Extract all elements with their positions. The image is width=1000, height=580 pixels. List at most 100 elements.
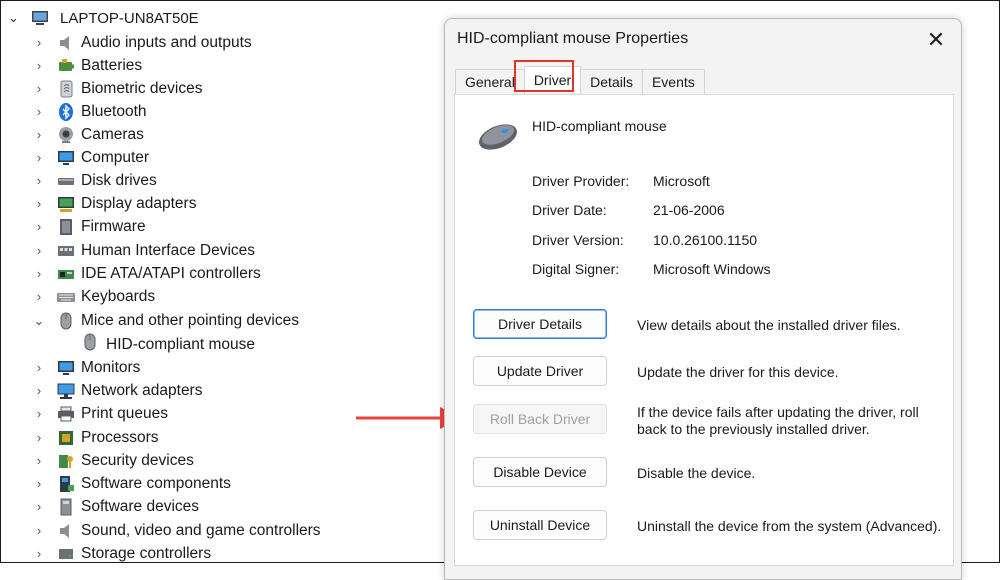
chevron-right-icon[interactable]: › <box>32 289 46 304</box>
chevron-right-icon[interactable]: › <box>32 35 46 50</box>
driver-details-button[interactable]: Driver Details <box>473 309 607 339</box>
tree-item-audio[interactable]: › Audio inputs and outputs <box>32 31 252 54</box>
hid-icon <box>56 241 76 261</box>
info-value: Microsoft Windows <box>653 261 771 277</box>
tree-item-label: Storage controllers <box>81 544 212 562</box>
chevron-right-icon[interactable]: › <box>32 430 46 445</box>
printer-icon <box>56 404 76 424</box>
tree-item-disk-drives[interactable]: › Disk drives <box>32 169 157 192</box>
tree-item-label: Cameras <box>81 125 144 143</box>
tree-item-monitors[interactable]: › Monitors <box>32 356 141 379</box>
chevron-right-icon[interactable]: › <box>32 360 46 375</box>
info-value: 21-06-2006 <box>653 202 725 218</box>
speaker-icon <box>56 33 76 53</box>
component-icon <box>56 474 76 494</box>
chevron-right-icon[interactable]: › <box>32 150 46 165</box>
mouse-icon <box>80 332 100 357</box>
tree-item-display-adapters[interactable]: › Display adapters <box>32 192 196 215</box>
tree-item-processors[interactable]: › Processors <box>32 426 159 449</box>
chevron-right-icon[interactable]: › <box>32 266 46 281</box>
chevron-right-icon[interactable]: › <box>32 406 46 421</box>
uninstall-device-button[interactable]: Uninstall Device <box>473 510 607 540</box>
software-device-icon <box>56 497 76 517</box>
tab-bar: General Driver Details Events <box>455 66 705 95</box>
tree-item-software-devices[interactable]: › Software devices <box>32 495 199 518</box>
tree-item-cameras[interactable]: › Cameras <box>32 123 144 146</box>
chevron-right-icon[interactable]: › <box>32 383 46 398</box>
chevron-right-icon[interactable]: › <box>32 499 46 514</box>
chevron-right-icon[interactable]: › <box>32 476 46 491</box>
tab-details[interactable]: Details <box>580 69 643 94</box>
tree-item-sound-video[interactable]: › Sound, video and game controllers <box>32 519 321 542</box>
camera-icon <box>56 125 76 145</box>
tree-item-storage[interactable]: › Storage controllers <box>32 542 211 565</box>
tab-general[interactable]: General <box>455 69 525 94</box>
info-driver-version: Driver Version: 10.0.26100.1150 <box>532 232 757 248</box>
tree-item-print-queues[interactable]: › Print queues <box>32 402 168 425</box>
security-icon <box>56 451 76 471</box>
tree-item-label: Software components <box>81 474 231 492</box>
tree-item-label: Firmware <box>81 217 146 235</box>
tree-item-label: Network adapters <box>81 381 203 399</box>
roll-back-driver-desc: If the device fails after updating the d… <box>637 404 919 437</box>
tree-item-label: Print queues <box>81 404 169 422</box>
chip-icon <box>56 217 76 237</box>
info-key: Driver Version: <box>532 232 624 248</box>
disable-device-button[interactable]: Disable Device <box>473 457 607 487</box>
update-driver-desc: Update the driver for this device. <box>637 364 839 380</box>
storage-icon <box>56 544 76 564</box>
tab-events[interactable]: Events <box>641 69 705 94</box>
tree-item-software-components[interactable]: › Software components <box>32 472 231 495</box>
tree-item-mice[interactable]: ⌄ Mice and other pointing devices <box>32 309 299 332</box>
chevron-right-icon[interactable]: › <box>32 453 46 468</box>
tree-item-keyboards[interactable]: › Keyboards <box>32 285 155 308</box>
uninstall-device-desc: Uninstall the device from the system (Ad… <box>637 518 942 534</box>
tree-item-label: Human Interface Devices <box>81 241 256 259</box>
tree-item-label: Keyboards <box>81 287 156 305</box>
chevron-right-icon[interactable]: › <box>32 219 46 234</box>
tree-item-biometric[interactable]: › Biometric devices <box>32 77 202 100</box>
keyboard-icon <box>56 287 76 307</box>
info-key: Driver Provider: <box>532 173 630 189</box>
chevron-right-icon[interactable]: › <box>32 243 46 258</box>
tree-item-label: Batteries <box>81 56 143 74</box>
driver-details-desc: View details about the installed driver … <box>637 317 901 333</box>
display-adapter-icon <box>56 194 76 214</box>
chevron-right-icon[interactable]: › <box>32 81 46 96</box>
chevron-right-icon[interactable]: › <box>32 173 46 188</box>
tree-item-ide[interactable]: › IDE ATA/ATAPI controllers <box>32 262 261 285</box>
tree-item-firmware[interactable]: › Firmware <box>32 215 146 238</box>
tree-root-label: LAPTOP-UN8AT50E <box>60 9 199 27</box>
tree-item-security[interactable]: › Security devices <box>32 449 194 472</box>
tree-child-hid-mouse[interactable]: HID-compliant mouse <box>80 333 255 356</box>
tree-item-batteries[interactable]: › Batteries <box>32 54 142 77</box>
device-tree: ⌄ LAPTOP-UN8AT50E › Audio inputs and out… <box>0 0 440 563</box>
tab-driver[interactable]: Driver <box>523 66 582 93</box>
info-value: 10.0.26100.1150 <box>653 232 758 248</box>
chevron-down-icon[interactable]: ⌄ <box>32 313 46 329</box>
tree-item-label: Monitors <box>81 358 141 376</box>
tree-child-label: HID-compliant mouse <box>106 335 256 353</box>
tree-item-computer[interactable]: › Computer <box>32 146 149 169</box>
chevron-right-icon[interactable]: › <box>32 104 46 119</box>
tree-item-label: Security devices <box>81 451 194 469</box>
tree-root[interactable]: ⌄ LAPTOP-UN8AT50E <box>8 6 199 30</box>
fingerprint-icon <box>56 79 76 99</box>
tree-item-hid[interactable]: › Human Interface Devices <box>32 239 255 262</box>
chevron-down-icon[interactable]: ⌄ <box>8 10 24 26</box>
driver-panel: HID-compliant mouse Driver Provider: Mic… <box>454 94 954 566</box>
chevron-right-icon[interactable]: › <box>32 546 46 561</box>
tree-item-label: Computer <box>81 148 150 166</box>
close-icon[interactable]: ✕ <box>921 25 951 55</box>
tree-item-bluetooth[interactable]: › Bluetooth <box>32 100 147 123</box>
tree-item-label: Processors <box>81 428 159 446</box>
update-driver-button[interactable]: Update Driver <box>473 356 607 386</box>
tree-item-label: IDE ATA/ATAPI controllers <box>81 264 261 282</box>
chevron-right-icon[interactable]: › <box>32 127 46 142</box>
chevron-right-icon[interactable]: › <box>32 196 46 211</box>
chevron-right-icon[interactable]: › <box>32 523 46 538</box>
chevron-right-icon[interactable]: › <box>32 58 46 73</box>
roll-back-driver-button[interactable]: Roll Back Driver <box>473 404 607 434</box>
tree-item-network[interactable]: › Network adapters <box>32 379 202 402</box>
computer-icon <box>32 11 48 25</box>
